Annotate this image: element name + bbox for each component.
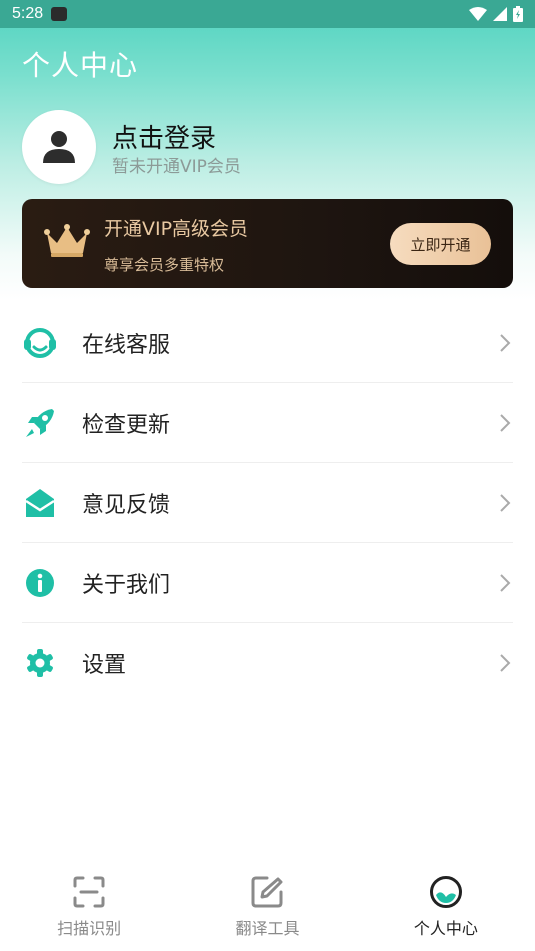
settings-menu: 在线客服 检查更新 意见反馈 关于我们 设置 [22, 303, 513, 703]
open-vip-button[interactable]: 立即开通 [390, 223, 491, 265]
menu-item-feedback[interactable]: 意见反馈 [22, 463, 513, 543]
nav-label: 个人中心 [413, 919, 478, 938]
crown-icon [44, 224, 90, 257]
nav-item-translate[interactable]: 翻译工具 [178, 861, 356, 951]
chevron-right-icon [500, 414, 511, 432]
nav-label: 扫描识别 [57, 919, 122, 938]
envelope-icon [22, 480, 68, 526]
menu-label: 意见反馈 [82, 492, 171, 518]
avatar[interactable] [22, 110, 96, 184]
user-icon [43, 131, 75, 163]
chevron-right-icon [500, 654, 511, 672]
chevron-right-icon [500, 494, 511, 512]
menu-label: 关于我们 [82, 572, 171, 598]
menu-item-customer-service[interactable]: 在线客服 [22, 303, 513, 383]
nav-label: 翻译工具 [235, 919, 300, 938]
edit-icon [251, 876, 283, 908]
signal-icon [493, 7, 507, 21]
info-icon [22, 560, 68, 606]
vip-title: 开通VIP高级会员 [104, 218, 249, 240]
menu-label: 在线客服 [82, 332, 171, 358]
sim-card-icon [51, 7, 68, 21]
menu-label: 设置 [82, 653, 127, 678]
vip-card[interactable]: 开通VIP高级会员 尊享会员多重特权 立即开通 [22, 199, 513, 288]
menu-item-about-us[interactable]: 关于我们 [22, 543, 513, 623]
wifi-icon [469, 7, 487, 21]
menu-label: 检查更新 [82, 412, 171, 438]
menu-item-settings[interactable]: 设置 [22, 623, 513, 703]
vip-subtitle: 尊享会员多重特权 [104, 256, 225, 274]
battery-icon [513, 6, 523, 22]
profile-icon [429, 876, 462, 908]
vip-status-text: 暂未开通VIP会员 [112, 157, 241, 177]
rocket-icon [22, 400, 68, 446]
menu-item-check-update[interactable]: 检查更新 [22, 383, 513, 463]
chevron-right-icon [500, 334, 511, 352]
nav-item-profile[interactable]: 个人中心 [357, 861, 535, 951]
scan-icon [73, 876, 105, 908]
status-bar: 5:28 [0, 0, 535, 28]
status-time: 5:28 [12, 5, 44, 22]
page-title: 个人中心 [22, 49, 139, 82]
bottom-nav: 扫描识别 翻译工具 个人中心 [0, 861, 535, 951]
chevron-right-icon [500, 574, 511, 592]
headset-icon [22, 320, 68, 366]
gear-icon [22, 640, 68, 686]
login-link[interactable]: 点击登录 [112, 118, 216, 155]
nav-item-scan[interactable]: 扫描识别 [0, 861, 178, 951]
